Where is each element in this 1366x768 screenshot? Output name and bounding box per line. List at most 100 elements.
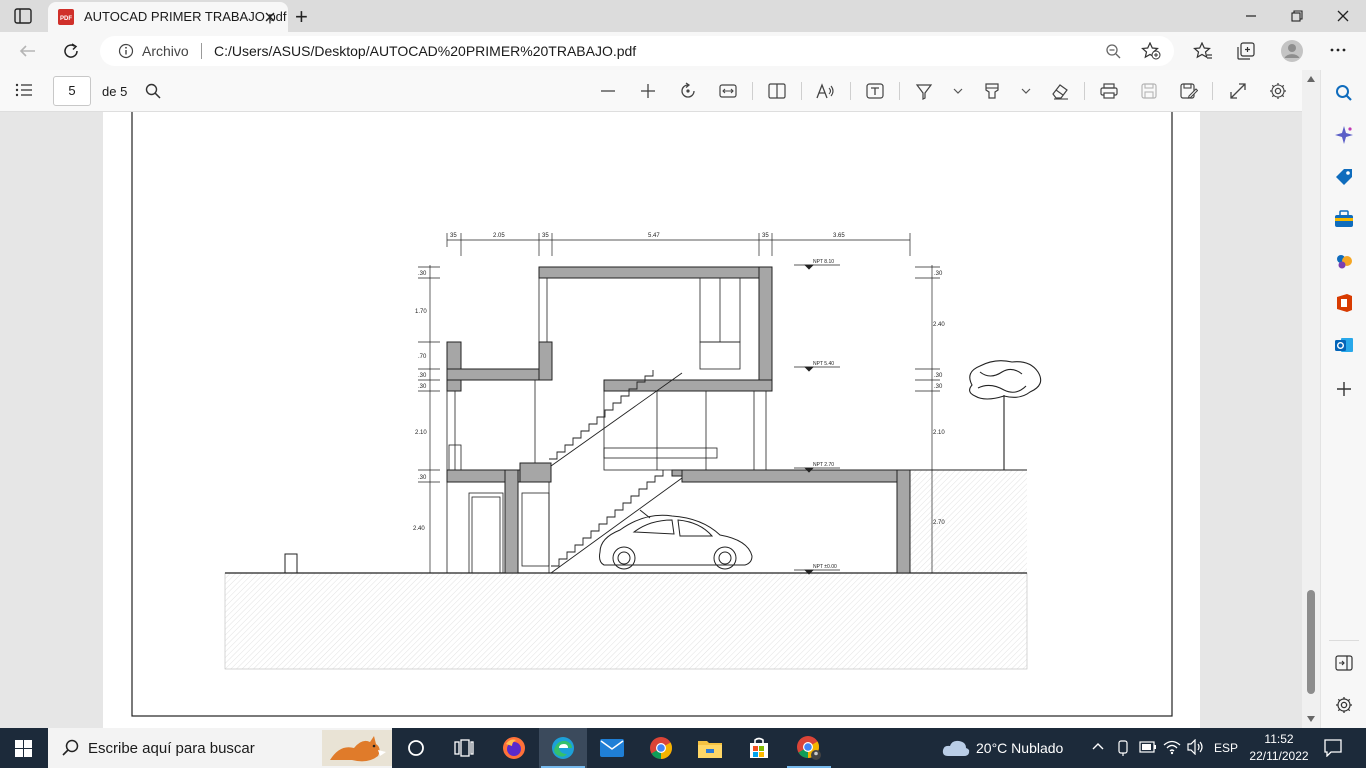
sidebar-tools-icon[interactable] <box>1333 208 1355 230</box>
wifi-icon[interactable] <box>1163 739 1181 755</box>
url-text[interactable]: C:/Users/ASUS/Desktop/AUTOCAD%20PRIMER%2… <box>214 43 636 59</box>
meet-now-icon[interactable] <box>1116 740 1130 756</box>
weather-text[interactable]: 20°C Nublado <box>976 740 1063 756</box>
save-as-icon[interactable] <box>1176 79 1202 103</box>
restore-icon[interactable] <box>1274 0 1320 32</box>
toolbar-separator <box>899 82 900 100</box>
ground-hatch <box>224 572 1028 670</box>
vertical-scrollbar[interactable] <box>1302 70 1320 728</box>
store-icon[interactable] <box>735 728 783 768</box>
cortana-icon[interactable] <box>392 728 440 768</box>
pdf-settings-gear-icon[interactable] <box>1265 79 1291 103</box>
navigation-bar: Archivo C:/Users/ASUS/Desktop/AUTOCAD%20… <box>0 32 1366 70</box>
profile-avatar[interactable] <box>1281 40 1303 62</box>
file-explorer-icon[interactable] <box>686 728 734 768</box>
fit-width-icon[interactable] <box>715 79 741 103</box>
search-highlight-fox-icon[interactable] <box>322 730 392 766</box>
sidebar-hide-icon[interactable] <box>1333 652 1355 674</box>
add-text-icon[interactable] <box>862 79 888 103</box>
chrome-profile-icon[interactable] <box>785 728 833 768</box>
pdf-icon-text: PDF <box>60 16 72 22</box>
pdf-page: 35 2.05 35 5.47 35 3.65 .30 1.70 .70 .30… <box>103 112 1200 728</box>
clock-date[interactable]: 22/11/2022 <box>1243 749 1315 763</box>
dim-left-4: .30 <box>418 373 427 379</box>
scrollbar-thumb[interactable] <box>1307 590 1315 694</box>
dim-left-5: .30 <box>418 384 427 390</box>
highlight-icon[interactable] <box>979 79 1005 103</box>
erase-icon[interactable] <box>1047 79 1073 103</box>
battery-icon[interactable] <box>1139 741 1157 753</box>
dim-right-3: .30 <box>934 373 943 379</box>
draw-icon[interactable] <box>911 79 937 103</box>
dim-top-2: 2.05 <box>493 233 505 239</box>
interior-lines <box>446 277 767 574</box>
volume-icon[interactable] <box>1187 739 1205 755</box>
sidebar-add-icon[interactable] <box>1333 378 1355 400</box>
highlight-options-chevron-down-icon[interactable] <box>1013 79 1039 103</box>
dim-left-2: 1.70 <box>415 309 427 315</box>
input-language[interactable]: ESP <box>1214 741 1238 755</box>
tab-actions-icon[interactable] <box>14 8 32 24</box>
sidebar-shopping-icon[interactable] <box>1333 166 1355 188</box>
scroll-down-icon[interactable] <box>1307 716 1315 722</box>
edge-sidebar <box>1320 70 1366 728</box>
page-number-input[interactable]: 5 <box>53 76 91 106</box>
level-markers <box>794 264 840 575</box>
back-icon[interactable] <box>18 43 36 59</box>
rotate-icon[interactable] <box>675 79 701 103</box>
collections-icon[interactable] <box>1237 42 1255 60</box>
dim-right-4: .30 <box>934 384 943 390</box>
clock-time[interactable]: 11:52 <box>1243 732 1315 746</box>
favorites-icon[interactable] <box>1193 42 1213 60</box>
level-label-1: NPT 8.10 <box>813 259 834 265</box>
edge-app-icon[interactable] <box>539 728 587 768</box>
add-favorite-icon[interactable] <box>1141 42 1161 60</box>
document-viewport[interactable]: 35 2.05 35 5.47 35 3.65 .30 1.70 .70 .30… <box>0 112 1302 728</box>
info-icon[interactable] <box>118 43 134 59</box>
sidebar-outlook-icon[interactable] <box>1333 334 1355 356</box>
scroll-up-icon[interactable] <box>1307 76 1315 82</box>
find-icon[interactable] <box>145 83 161 99</box>
sidebar-office-icon[interactable] <box>1333 292 1355 314</box>
weather-cloud-icon[interactable] <box>942 739 970 757</box>
firefox-icon[interactable] <box>490 728 538 768</box>
toolbar-separator <box>801 82 802 100</box>
show-hidden-icons-chevron-up-icon[interactable] <box>1092 742 1104 750</box>
close-window-icon[interactable] <box>1320 0 1366 32</box>
boundary-wall <box>284 553 298 574</box>
tab-pdf[interactable]: PDF AUTOCAD PRIMER TRABAJO.pdf <box>48 2 288 32</box>
site-info-label: Archivo <box>142 43 189 59</box>
minimize-icon[interactable] <box>1228 0 1274 32</box>
fullscreen-icon[interactable] <box>1225 79 1251 103</box>
zoom-out-button[interactable] <box>595 79 621 103</box>
sidebar-discover-icon[interactable] <box>1333 124 1355 146</box>
notifications-icon[interactable] <box>1324 739 1342 757</box>
sidebar-games-icon[interactable] <box>1333 250 1355 272</box>
dim-top-4: 5.47 <box>648 233 660 239</box>
start-windows-icon[interactable] <box>15 740 32 757</box>
contents-icon[interactable] <box>15 83 33 97</box>
read-aloud-icon[interactable] <box>813 79 839 103</box>
sidebar-settings-gear-icon[interactable] <box>1333 694 1355 716</box>
tab-title: AUTOCAD PRIMER TRABAJO.pdf <box>84 9 287 24</box>
taskbar-search-placeholder: Escribe aquí para buscar <box>88 740 255 757</box>
zoom-out-icon[interactable] <box>1105 43 1123 59</box>
refresh-icon[interactable] <box>62 42 80 60</box>
dim-left-7: .30 <box>418 475 427 481</box>
toolbar-separator <box>1084 82 1085 100</box>
tab-strip: PDF AUTOCAD PRIMER TRABAJO.pdf + <box>0 0 1366 32</box>
zoom-in-button[interactable] <box>635 79 661 103</box>
address-bar[interactable]: Archivo C:/Users/ASUS/Desktop/AUTOCAD%20… <box>100 36 1174 66</box>
sidebar-search-icon[interactable] <box>1333 82 1355 104</box>
save-icon[interactable] <box>1136 79 1162 103</box>
settings-more-icon[interactable] <box>1329 41 1347 59</box>
close-tab-icon[interactable] <box>264 11 276 23</box>
chrome-icon[interactable] <box>637 728 685 768</box>
task-view-icon[interactable] <box>440 728 488 768</box>
print-icon[interactable] <box>1096 79 1122 103</box>
new-tab-button[interactable]: + <box>295 4 308 30</box>
page-view-icon[interactable] <box>764 79 790 103</box>
mail-icon[interactable] <box>588 728 636 768</box>
draw-options-chevron-down-icon[interactable] <box>945 79 971 103</box>
taskbar-search-box[interactable]: Escribe aquí para buscar <box>48 728 392 768</box>
